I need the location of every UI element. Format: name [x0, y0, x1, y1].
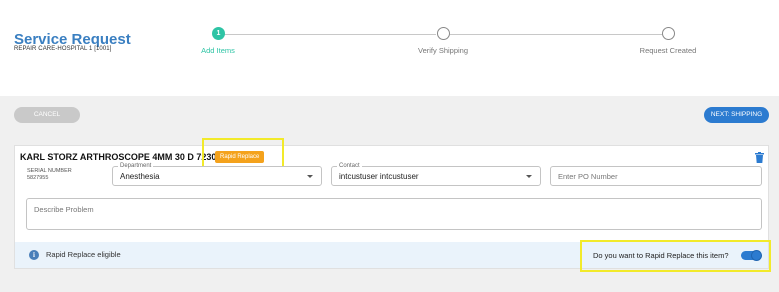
cancel-button[interactable]: CANCEL	[14, 107, 80, 123]
step-3-indicator[interactable]	[662, 27, 675, 40]
describe-problem-input[interactable]	[27, 199, 761, 229]
step-1-label: Add Items	[201, 46, 235, 55]
po-number-input[interactable]	[551, 167, 761, 185]
step-1-indicator[interactable]: 1	[212, 27, 225, 40]
item-name: KARL STORZ ARTHROSCOPE 4MM 30 D 7230BA	[20, 152, 230, 162]
rapid-replace-eligible-text: Rapid Replace eligible	[46, 250, 121, 259]
next-shipping-button[interactable]: NEXT: SHIPPING	[704, 107, 769, 123]
info-icon: i	[29, 250, 39, 260]
contact-label: Contact	[337, 162, 362, 170]
page-subtitle: REPAIR CARE-HOSPITAL 1 [1001]	[14, 46, 112, 52]
step-3-label: Request Created	[639, 46, 697, 55]
chevron-down-icon	[307, 175, 313, 178]
stepper-connector	[450, 34, 662, 35]
page-header: Service Request REPAIR CARE-HOSPITAL 1 […	[0, 0, 779, 96]
serial-number-value: 5827955	[27, 175, 49, 181]
contact-select[interactable]: Contact intcustuser intcustuser	[331, 162, 541, 186]
step-2-label: Verify Shipping	[417, 46, 469, 55]
department-label: Department	[118, 162, 154, 170]
department-select[interactable]: Department Anesthesia	[112, 162, 322, 186]
describe-problem-field[interactable]	[26, 198, 762, 230]
stepper-connector	[224, 34, 436, 35]
toggle-highlight-box	[580, 240, 771, 272]
department-value: Anesthesia	[120, 172, 160, 181]
contact-value: intcustuser intcustuser	[339, 172, 419, 181]
step-2-indicator[interactable]	[437, 27, 450, 40]
chevron-down-icon	[526, 175, 532, 178]
serial-number-label: SERIAL NUMBER	[27, 168, 72, 174]
po-number-field[interactable]	[550, 166, 762, 186]
